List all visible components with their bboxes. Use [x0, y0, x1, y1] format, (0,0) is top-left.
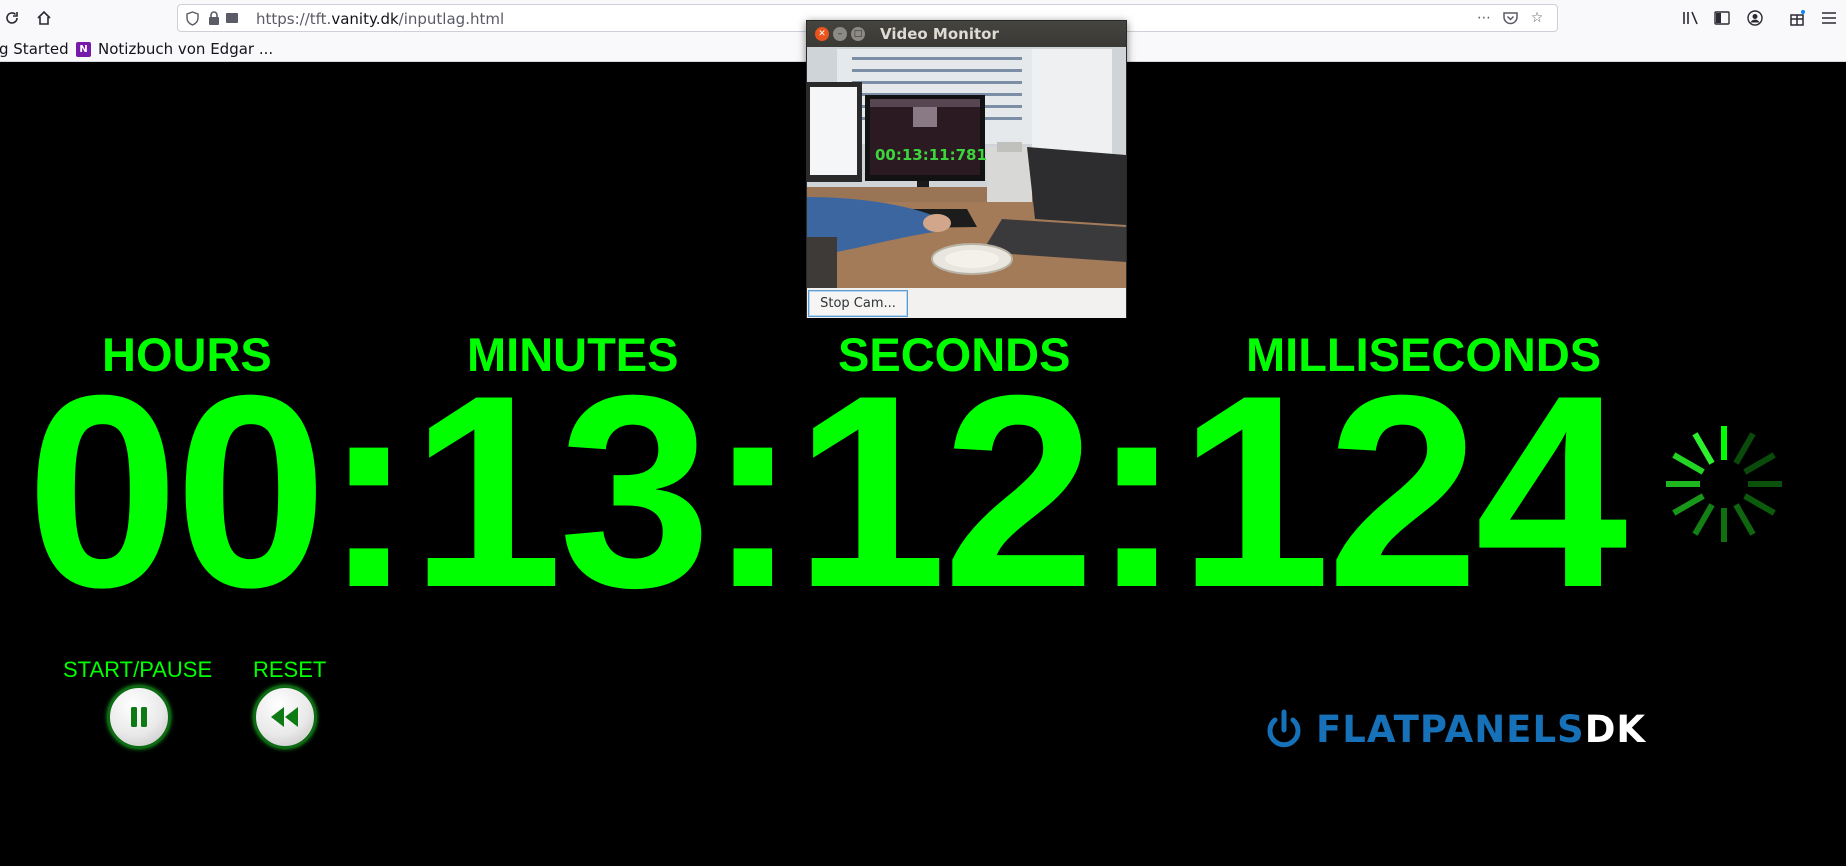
timer-display: 00:13:12:124: [26, 339, 1627, 645]
stop-cam-button[interactable]: Stop Cam...: [808, 290, 908, 317]
reset-label: RESET: [253, 657, 327, 682]
url-domain: vanity.dk: [331, 10, 399, 28]
account-icon[interactable]: [1744, 7, 1766, 29]
sidebar-icon[interactable]: [1711, 7, 1733, 29]
bookmark-getting-started[interactable]: g Started: [0, 40, 69, 58]
minimize-icon[interactable]: –: [833, 27, 847, 41]
logo-text-flatpanels: FLATPANELS: [1316, 708, 1585, 751]
logo-text: FLATPANELSDK: [1316, 708, 1646, 752]
reset-button[interactable]: [253, 685, 317, 749]
pause-icon: [131, 707, 147, 727]
bookmark-notizbuch[interactable]: Notizbuch von Edgar ...: [98, 40, 273, 58]
extensions-icon[interactable]: [1786, 7, 1808, 29]
rewind-icon: [271, 707, 298, 727]
url-path: /inputlag.html: [398, 10, 505, 28]
power-icon: [1267, 709, 1301, 748]
permissions-icon[interactable]: [223, 9, 241, 27]
library-icon[interactable]: [1680, 7, 1702, 29]
video-monitor-titlebar[interactable]: ✕ – □ Video Monitor: [807, 21, 1126, 47]
camera-captured-time: 00:13:11:781: [875, 146, 987, 164]
camera-feed: 00:13:11:781: [807, 47, 1126, 288]
lock-icon[interactable]: [205, 9, 223, 27]
home-icon[interactable]: [33, 7, 55, 29]
bookmark-star-icon[interactable]: ☆: [1527, 8, 1547, 28]
start-pause-button[interactable]: [107, 685, 171, 749]
flatpanels-logo: FLATPANELSDK: [1262, 708, 1712, 752]
video-monitor-footer: Stop Cam...: [807, 288, 1126, 318]
url-prefix: https://tft.: [256, 10, 332, 28]
close-icon[interactable]: ✕: [815, 27, 829, 41]
video-monitor-title: Video Monitor: [880, 25, 999, 43]
loading-spinner-icon: [1666, 426, 1782, 542]
screen: https://tft.vanity.dk/inputlag.html ⋯ ☆ …: [0, 0, 1846, 866]
menu-icon[interactable]: [1818, 7, 1840, 29]
onenote-icon: N: [76, 42, 91, 57]
reload-icon[interactable]: [1, 7, 23, 29]
url-text[interactable]: https://tft.vanity.dk/inputlag.html: [256, 10, 504, 28]
logo-text-dk: DK: [1584, 708, 1647, 751]
pocket-icon[interactable]: [1500, 8, 1520, 28]
start-pause-label: START/PAUSE: [63, 657, 213, 682]
tracking-protection-icon[interactable]: [183, 9, 201, 27]
video-monitor-window: ✕ – □ Video Monitor 00:13:11:781 Stop Ca…: [806, 20, 1127, 318]
camera-image: 00:13:11:781: [807, 47, 1126, 288]
maximize-icon[interactable]: □: [851, 27, 865, 41]
page-actions-icon[interactable]: ⋯: [1474, 8, 1494, 28]
